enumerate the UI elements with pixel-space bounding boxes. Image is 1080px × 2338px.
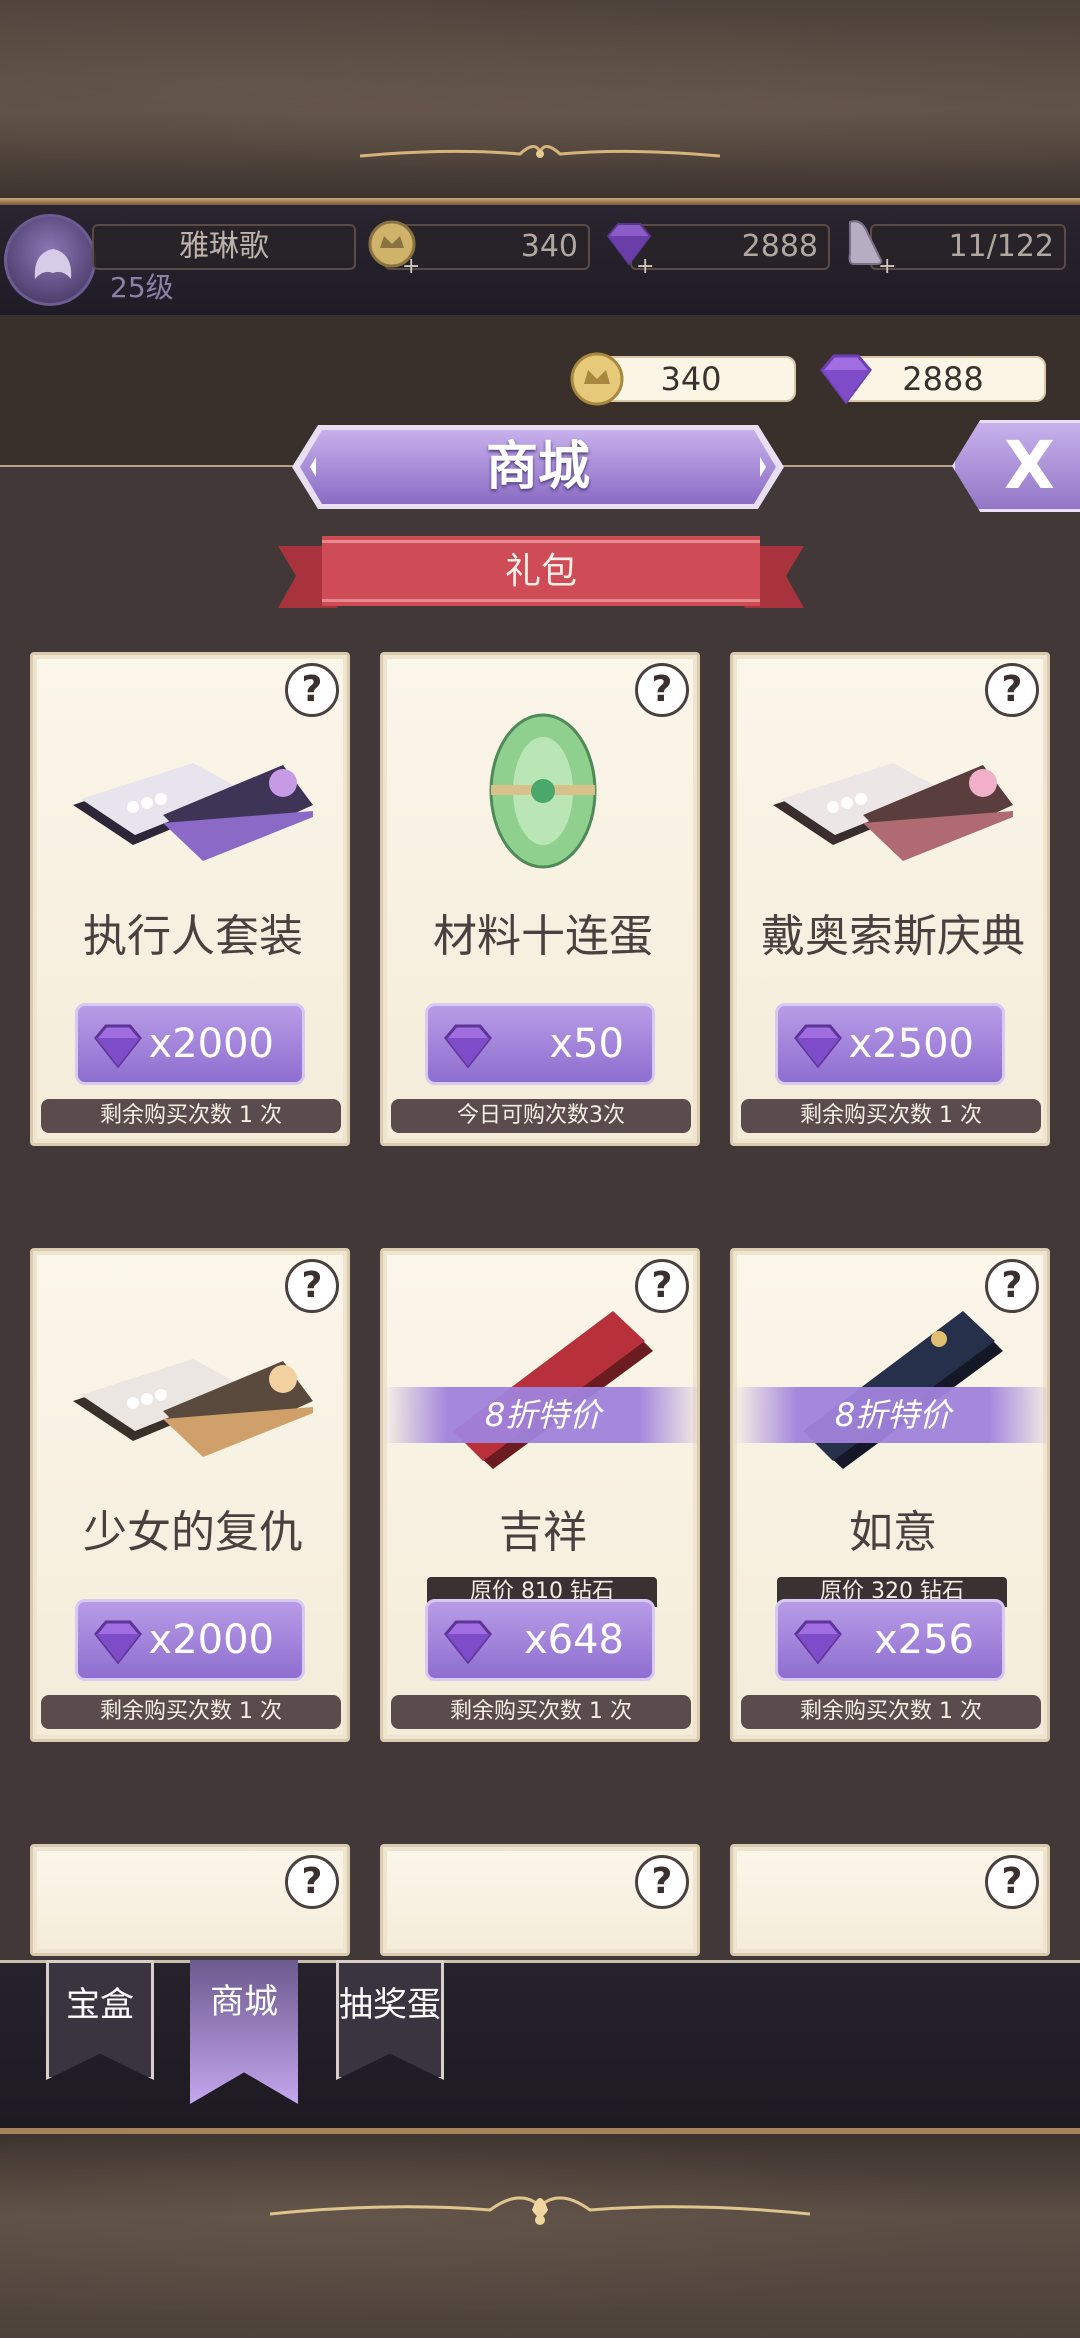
buy-button[interactable]: x256 xyxy=(775,1599,1005,1681)
price-label: x2000 xyxy=(148,1617,274,1663)
product-card[interactable]: ? xyxy=(30,1844,350,1956)
player-name: 雅琳歌 xyxy=(92,224,356,270)
gift-box-icon xyxy=(73,1359,313,1457)
gem-icon xyxy=(820,354,872,405)
product-name: 吉祥 xyxy=(499,1507,587,1558)
product-name: 少女的复仇 xyxy=(83,1507,303,1558)
product-card[interactable]: ? 戴奥索斯庆典 x2500 剩余购买次数 1 次 xyxy=(730,652,1050,1146)
purchase-limit: 剩余购买次数 1 次 xyxy=(41,1099,341,1133)
purchase-limit: 剩余购买次数 1 次 xyxy=(41,1695,341,1729)
help-button[interactable]: ? xyxy=(635,1855,689,1909)
gem-icon xyxy=(94,1620,142,1665)
product-name: 戴奥索斯庆典 xyxy=(761,911,1025,962)
egg-icon xyxy=(489,713,597,869)
product-name: 执行人套装 xyxy=(83,911,303,962)
buy-button[interactable]: x648 xyxy=(425,1599,655,1681)
gem-icon xyxy=(94,1024,142,1069)
product-card[interactable]: ? 8折特价 吉祥 原价 810 钻石 x648 剩余购买次数 1 次 xyxy=(380,1248,700,1742)
avatar-silhouette-icon xyxy=(34,249,72,279)
price-label: x2000 xyxy=(148,1021,274,1067)
purchase-limit: 剩余购买次数 1 次 xyxy=(741,1099,1041,1133)
gem-icon xyxy=(794,1620,842,1665)
purchase-limit: 今日可购次数3次 xyxy=(391,1099,691,1133)
buy-button[interactable]: x50 xyxy=(425,1003,655,1085)
coin-icon xyxy=(570,352,624,406)
help-button[interactable]: ? xyxy=(985,1855,1039,1909)
avatar[interactable] xyxy=(4,214,96,306)
discount-badge: 8折特价 xyxy=(383,1387,697,1443)
bottom-tab-bar xyxy=(0,1960,1080,2128)
book-icon xyxy=(803,1311,1003,1469)
price-label: x648 xyxy=(523,1617,624,1663)
ornament-icon xyxy=(270,2196,810,2225)
price-label: x2500 xyxy=(848,1021,974,1067)
product-card[interactable]: ? 少女的复仇 x2000 剩余购买次数 1 次 xyxy=(30,1248,350,1742)
section-label: 礼包 xyxy=(504,551,577,592)
player-level: 25级 xyxy=(110,271,174,304)
gem-icon xyxy=(444,1024,492,1069)
buy-button[interactable]: x2000 xyxy=(75,1599,305,1681)
product-name: 材料十连蛋 xyxy=(433,911,653,962)
add-gems-icon[interactable]: + xyxy=(636,256,658,278)
price-label: x256 xyxy=(873,1617,974,1663)
product-card[interactable]: ? 8折特价 如意 原价 320 钻石 x256 剩余购买次数 1 次 xyxy=(730,1248,1050,1742)
product-name: 如意 xyxy=(849,1507,937,1558)
gem-icon xyxy=(794,1024,842,1069)
product-card[interactable]: ? xyxy=(380,1844,700,1956)
page-title: 商城 xyxy=(485,437,590,497)
purchase-limit: 剩余购买次数 1 次 xyxy=(391,1695,691,1729)
gift-box-icon xyxy=(773,763,1013,861)
product-card[interactable]: ? 执行人套装 x2000 剩余购买次数 1 次 xyxy=(30,652,350,1146)
help-button[interactable]: ? xyxy=(285,1855,339,1909)
buy-button[interactable]: x2000 xyxy=(75,1003,305,1085)
gem-stat: 2888 xyxy=(630,224,830,270)
add-stamina-icon[interactable]: + xyxy=(878,256,900,278)
gift-box-icon xyxy=(73,763,313,861)
book-icon xyxy=(453,1311,653,1469)
gem-icon xyxy=(444,1620,492,1665)
purchase-limit: 剩余购买次数 1 次 xyxy=(741,1695,1041,1729)
price-label: x50 xyxy=(549,1021,624,1067)
buy-button[interactable]: x2500 xyxy=(775,1003,1005,1085)
bottom-decorative-frame xyxy=(0,2128,1080,2338)
top-decorative-frame xyxy=(0,0,1080,205)
product-card[interactable]: ? xyxy=(730,1844,1050,1956)
add-coins-icon[interactable]: + xyxy=(402,256,424,278)
ornament-icon xyxy=(360,145,720,158)
discount-badge: 8折特价 xyxy=(733,1387,1047,1443)
product-card[interactable]: ? 材料十连蛋 x50 今日可购次数3次 xyxy=(380,652,700,1146)
